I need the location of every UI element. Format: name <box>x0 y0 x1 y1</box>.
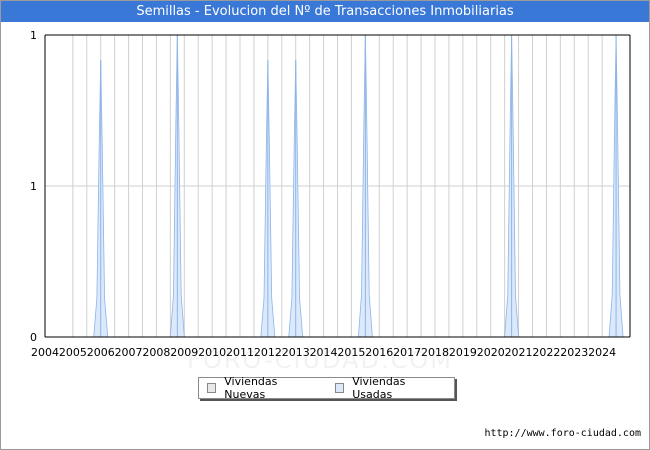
x-tick-label: 2023 <box>560 346 588 359</box>
x-tick-label: 2009 <box>170 346 198 359</box>
source-url: http://www.foro-ciudad.com <box>484 428 641 439</box>
x-tick-label: 2020 <box>477 346 505 359</box>
legend-swatch-usadas <box>334 383 345 393</box>
x-tick-label: 2017 <box>393 346 421 359</box>
x-tick-label: 2015 <box>337 346 365 359</box>
x-tick-label: 2013 <box>282 346 310 359</box>
y-tick-label: 0 <box>30 331 37 344</box>
x-tick-label: 2024 <box>588 346 616 359</box>
legend-label-nuevas: Viviendas Nuevas <box>224 375 278 401</box>
x-tick-label: 2007 <box>115 346 143 359</box>
x-tick-label: 2018 <box>421 346 449 359</box>
x-tick-label: 2004 <box>31 346 59 359</box>
x-tick-label: 2011 <box>226 346 254 359</box>
x-tick-label: 2016 <box>365 346 393 359</box>
y-tick-label: 1 <box>30 180 37 193</box>
legend-label-usadas: Viviendas Usadas <box>352 375 406 401</box>
x-tick-label: 2005 <box>59 346 87 359</box>
x-tick-label: 2022 <box>532 346 560 359</box>
legend-swatch-nuevas <box>207 383 217 393</box>
x-tick-label: 2014 <box>310 346 338 359</box>
chart-legend: Viviendas Nuevas Viviendas Usadas <box>198 375 455 401</box>
x-tick-label: 2010 <box>198 346 226 359</box>
y-tick-label: 1 <box>30 29 37 42</box>
legend-item-nuevas: Viviendas Nuevas <box>207 375 327 401</box>
x-tick-label: 2019 <box>449 346 477 359</box>
x-tick-label: 2012 <box>254 346 282 359</box>
legend-item-usadas: Viviendas Usadas <box>334 375 454 401</box>
x-tick-label: 2021 <box>505 346 533 359</box>
x-tick-label: 2006 <box>87 346 115 359</box>
x-tick-label: 2008 <box>142 346 170 359</box>
